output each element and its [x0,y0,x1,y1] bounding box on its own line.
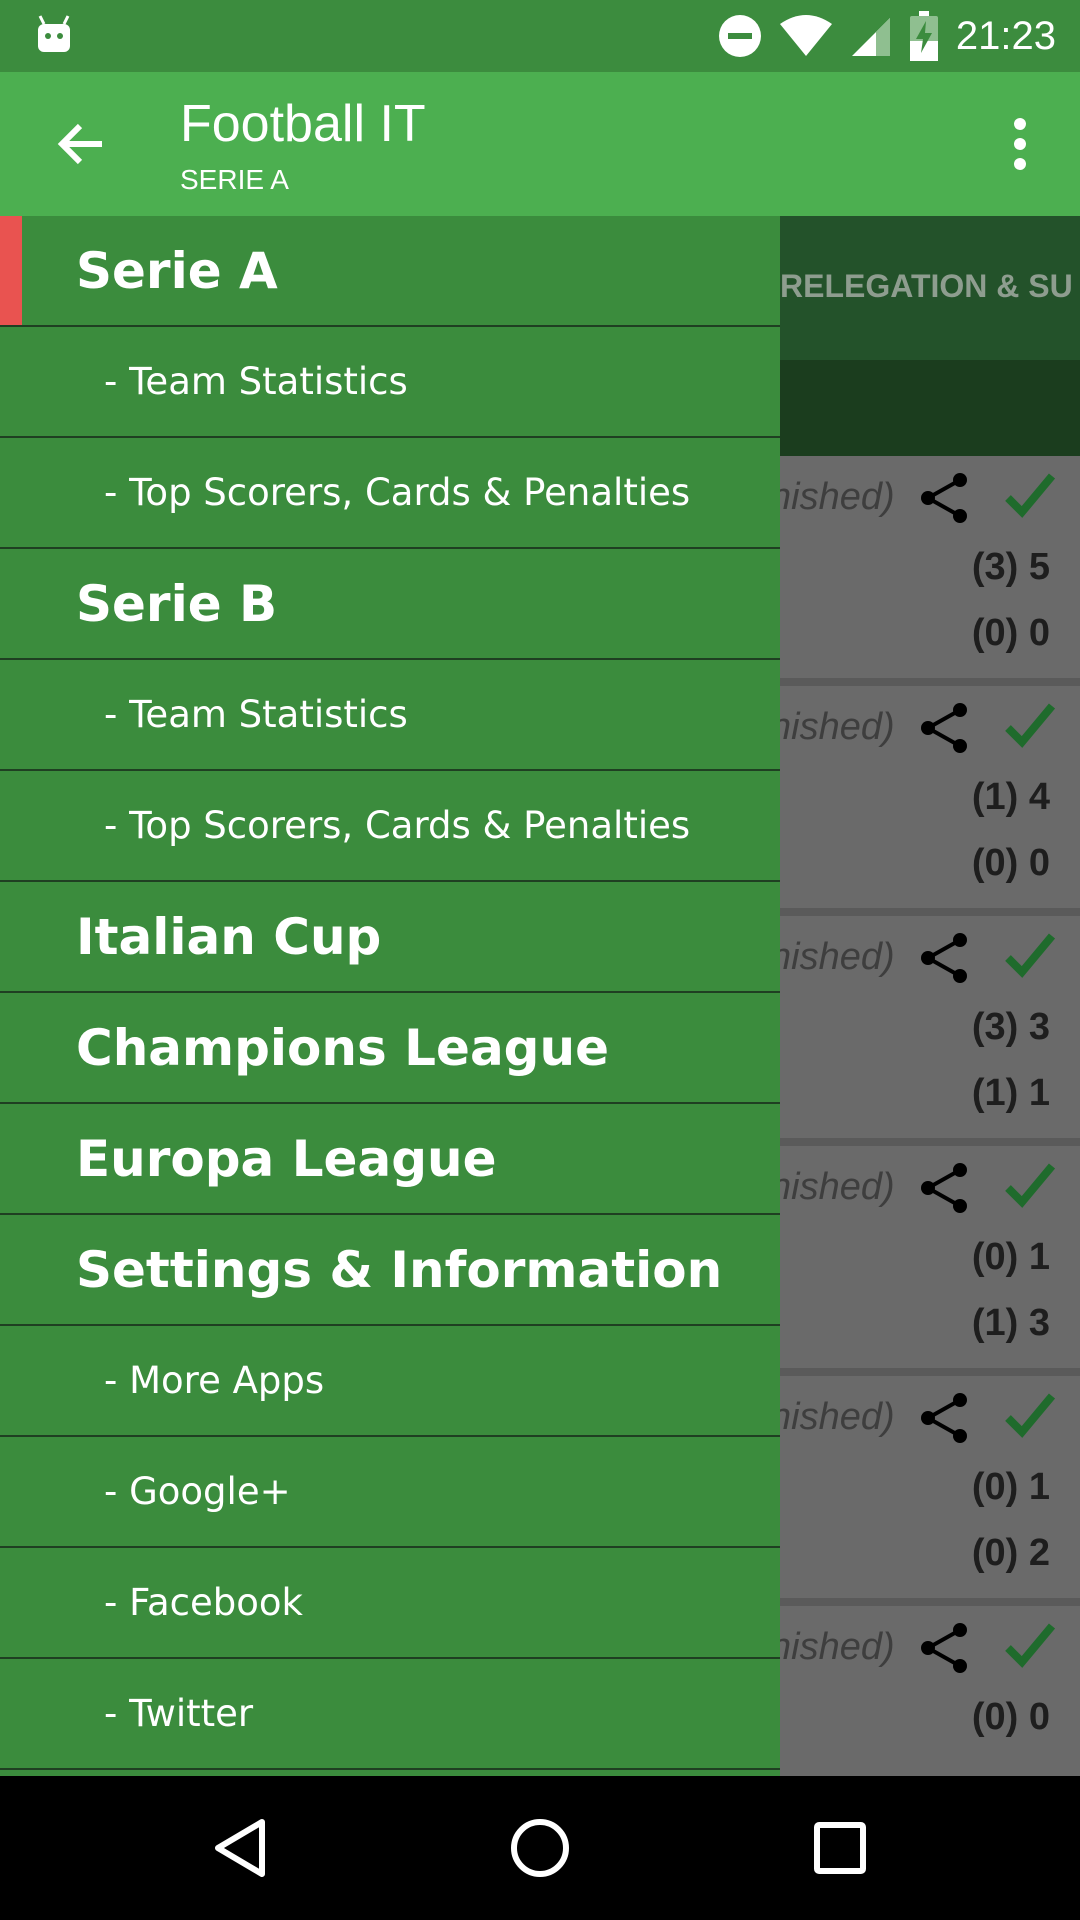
signal-icon [851,18,890,56]
away-score: (0) 0 [971,842,1050,884]
app-title: Football IT [180,95,426,153]
match-status: nished) [770,936,895,978]
back-button[interactable] [40,108,120,180]
check-icon [1005,1163,1056,1208]
share-icon[interactable] [918,932,970,984]
drawer-item-label: - Top Scorers, Cards & Penalties [104,804,691,847]
share-icon[interactable] [918,1622,970,1674]
share-icon[interactable] [918,1392,970,1444]
away-score: (1) 1 [971,1072,1050,1114]
drawer-item-serie-b-team-statistics[interactable]: - Team Statistics [0,660,780,771]
do-not-disturb-icon [718,15,761,57]
drawer-item-label: - Top Scorers, Cards & Penalties [104,471,691,514]
android-icon [38,15,70,52]
drawer-item-google-plus[interactable]: - Google+ [0,1437,780,1548]
match-status: nished) [770,1396,895,1438]
drawer-item-label: Europa League [76,1129,497,1188]
drawer-item-serie-a-team-statistics[interactable]: - Team Statistics [0,327,780,438]
drawer-item-settings[interactable]: Settings & Information [0,1215,780,1326]
share-icon[interactable] [918,472,970,524]
check-icon [1005,1393,1056,1438]
home-score: (1) 4 [971,776,1050,818]
status-bar: 21:23 [0,0,1080,72]
back-arrow-icon [57,123,102,165]
home-score: (3) 3 [971,1006,1050,1048]
drawer-item-label: - Team Statistics [104,360,408,403]
drawer-item-facebook[interactable]: - Facebook [0,1548,780,1659]
check-icon [1005,1623,1056,1668]
drawer-item-label: Italian Cup [76,907,382,966]
drawer-item-label: - Google+ [104,1470,291,1513]
drawer-item-more-apps[interactable]: - More Apps [0,1326,780,1437]
overflow-menu-button[interactable] [984,108,1056,180]
away-score: (0) 2 [971,1532,1050,1574]
away-score: (1) 3 [971,1302,1050,1344]
status-time: 21:23 [955,13,1056,58]
drawer-item-label: Champions League [76,1018,609,1077]
drawer-item-label: - Facebook [104,1581,303,1624]
drawer-item-champions-league[interactable]: Champions League [0,993,780,1104]
app-subtitle: SERIE A [180,164,289,195]
drawer-item-label: - More Apps [104,1359,325,1402]
drawer-item-label: - Team Statistics [104,693,408,736]
share-icon[interactable] [918,1162,970,1214]
match-status: nished) [770,476,895,518]
match-status: nished) [770,1626,895,1668]
battery-charging-icon [909,11,938,61]
back-triangle-icon [215,1819,265,1877]
recents-square-icon [814,1822,866,1874]
navigation-drawer: Serie A - Team Statistics - Top Scorers,… [0,216,780,1776]
check-icon [1005,933,1056,978]
match-status: nished) [770,706,895,748]
nav-back-button[interactable] [204,1812,276,1884]
nav-recents-button[interactable] [804,1812,876,1884]
check-icon [1005,473,1056,518]
drawer-item-label: Serie A [76,241,278,300]
active-indicator [0,216,22,325]
drawer-item-label: Serie B [76,574,278,633]
nav-home-button[interactable] [504,1812,576,1884]
drawer-item-serie-b[interactable]: Serie B [0,549,780,660]
home-score: (0) 0 [971,1696,1050,1738]
away-score: (0) 0 [971,612,1050,654]
home-score: (3) 5 [971,546,1050,588]
tab-relegation[interactable]: RELEGATION & SU [780,268,1073,305]
app-bar: Football IT SERIE A [0,72,1080,216]
check-icon [1005,703,1056,748]
drawer-item-label: Settings & Information [76,1240,723,1299]
system-nav-bar [0,1776,1080,1920]
drawer-item-label: - Twitter [104,1692,254,1735]
drawer-item-serie-b-top-scorers[interactable]: - Top Scorers, Cards & Penalties [0,771,780,882]
match-status: nished) [770,1166,895,1208]
share-icon[interactable] [918,702,970,754]
drawer-item-serie-a[interactable]: Serie A [0,216,780,327]
overflow-menu-icon [1014,118,1026,170]
home-score: (0) 1 [971,1236,1050,1278]
drawer-item-serie-a-top-scorers[interactable]: - Top Scorers, Cards & Penalties [0,438,780,549]
drawer-item-twitter[interactable]: - Twitter [0,1659,780,1770]
wifi-icon [779,15,832,56]
home-circle-icon [511,1819,569,1877]
drawer-item-italian-cup[interactable]: Italian Cup [0,882,780,993]
home-score: (0) 1 [971,1466,1050,1508]
drawer-item-europa-league[interactable]: Europa League [0,1104,780,1215]
